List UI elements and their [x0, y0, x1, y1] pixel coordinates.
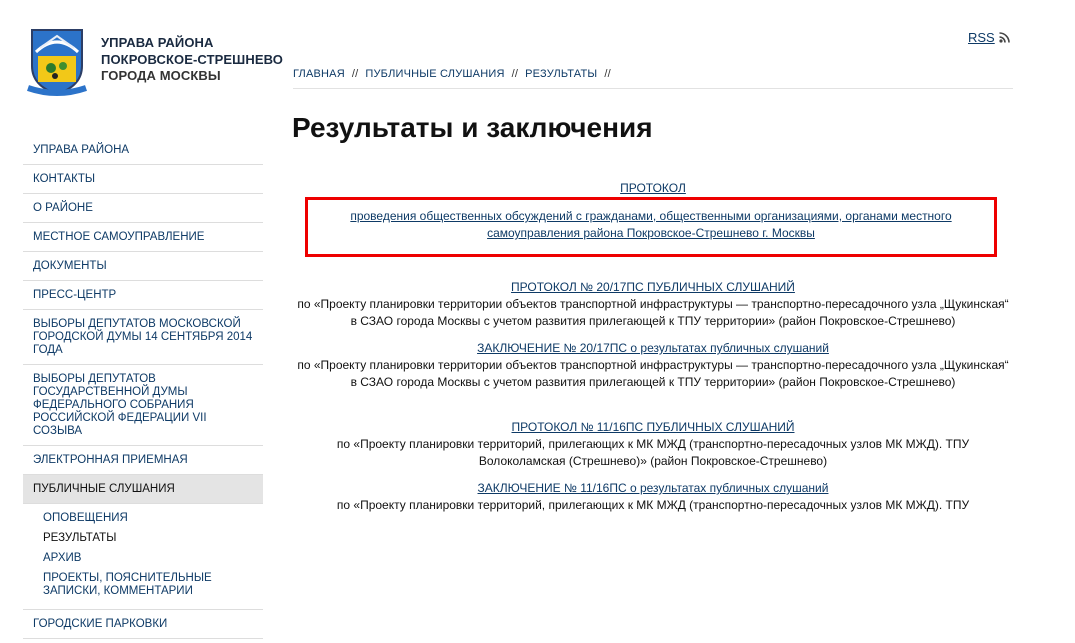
district-logo[interactable] [24, 26, 90, 98]
breadcrumb: ГЛАВНАЯ // ПУБЛИЧНЫЕ СЛУШАНИЯ // РЕЗУЛЬТАТЫ /… [293, 68, 618, 80]
protocol-20-17-description: по «Проекту планировки территории объект… [297, 297, 1009, 328]
rss-link[interactable]: RSS [968, 30, 1010, 45]
sidebar-subitem-notifications[interactable]: ОПОВЕЩЕНИЯ [43, 512, 263, 525]
sidebar-subitem-projects[interactable]: ПРОЕКТЫ, ПОЯСНИТЕЛЬНЫЕ ЗАПИСКИ, КОММЕНТА… [43, 572, 263, 598]
breadcrumb-results[interactable]: РЕЗУЛЬТАТЫ [525, 68, 597, 80]
site-name-line-2: ПОКРОВСКОЕ-СТРЕШНЕВО [101, 51, 283, 67]
breadcrumb-separator: // [351, 68, 359, 80]
rss-label: RSS [968, 30, 995, 45]
rss-icon [999, 32, 1010, 43]
conclusion-11-16-description: по «Проекту планировки территорий, приле… [336, 498, 970, 512]
protocol-11-16-description: по «Проекту планировки территорий, приле… [336, 437, 970, 468]
sidebar-submenu: ОПОВЕЩЕНИЯ РЕЗУЛЬТАТЫ АРХИВ ПРОЕКТЫ, ПОЯ… [23, 504, 263, 609]
breadcrumb-divider [293, 88, 1013, 89]
sidebar-item-uprava[interactable]: УПРАВА РАЙОНА [23, 136, 263, 165]
protocol-11-16-link[interactable]: ПРОТОКОЛ № 11/16ПС ПУБЛИЧНЫХ СЛУШАНИЙ [512, 420, 795, 434]
site-name[interactable]: УПРАВА РАЙОНА ПОКРОВСКОЕ-СТРЕШНЕВО ГОРОД… [101, 35, 283, 85]
sidebar-item-e-reception[interactable]: ЭЛЕКТРОННАЯ ПРИЕМНАЯ [23, 446, 263, 475]
sidebar-item-self-government[interactable]: МЕСТНОЕ САМОУПРАВЛЕНИЕ [23, 223, 263, 252]
breadcrumb-public-hearings[interactable]: ПУБЛИЧНЫЕ СЛУШАНИЯ [365, 68, 504, 80]
protocol-public-discussions-link[interactable]: проведения общественных обсуждений с гра… [350, 209, 951, 240]
sidebar-nav: УПРАВА РАЙОНА КОНТАКТЫ О РАЙОНЕ МЕСТНОЕ … [23, 136, 263, 639]
breadcrumb-home[interactable]: ГЛАВНАЯ [293, 68, 345, 80]
sidebar-item-elections-mgd[interactable]: ВЫБОРЫ ДЕПУТАТОВ МОСКОВСКОЙ ГОРОДСКОЙ ДУ… [23, 310, 263, 365]
sidebar-subitem-results[interactable]: РЕЗУЛЬТАТЫ [43, 532, 263, 545]
sidebar-item-contacts[interactable]: КОНТАКТЫ [23, 165, 263, 194]
main-content: ПРОТОКОЛ проведения общественных обсужде… [293, 180, 1013, 514]
highlighted-protocol-box: проведения общественных обсуждений с гра… [305, 197, 997, 257]
conclusion-11-16-link[interactable]: ЗАКЛЮЧЕНИЕ № 11/16ПС о результатах публи… [478, 481, 829, 495]
site-name-line-1: УПРАВА РАЙОНА [101, 35, 214, 50]
conclusion-20-17-description: по «Проекту планировки территории объект… [297, 358, 1009, 389]
sidebar-item-about[interactable]: О РАЙОНЕ [23, 194, 263, 223]
sidebar-subitem-archive[interactable]: АРХИВ [43, 552, 263, 565]
breadcrumb-separator: // [604, 68, 611, 80]
sidebar-item-documents[interactable]: ДОКУМЕНТЫ [23, 252, 263, 281]
sidebar-item-parking[interactable]: ГОРОДСКИЕ ПАРКОВКИ [23, 609, 263, 639]
page-title: Результаты и заключения [292, 112, 653, 143]
breadcrumb-separator: // [511, 68, 519, 80]
sidebar-item-press-center[interactable]: ПРЕСС-ЦЕНТР [23, 281, 263, 310]
conclusion-20-17-link[interactable]: ЗАКЛЮЧЕНИЕ № 20/17ПС о результатах публи… [477, 341, 829, 355]
sidebar-item-public-hearings[interactable]: ПУБЛИЧНЫЕ СЛУШАНИЯ [23, 475, 263, 504]
protocol-20-17-link[interactable]: ПРОТОКОЛ № 20/17ПС ПУБЛИЧНЫХ СЛУШАНИЙ [511, 280, 795, 294]
protocol-heading-link[interactable]: ПРОТОКОЛ [620, 181, 686, 195]
site-name-line-3: ГОРОДА МОСКВЫ [101, 68, 221, 83]
sidebar-item-elections-gd[interactable]: ВЫБОРЫ ДЕПУТАТОВ ГОСУДАРСТВЕННОЙ ДУМЫ ФЕ… [23, 365, 263, 446]
